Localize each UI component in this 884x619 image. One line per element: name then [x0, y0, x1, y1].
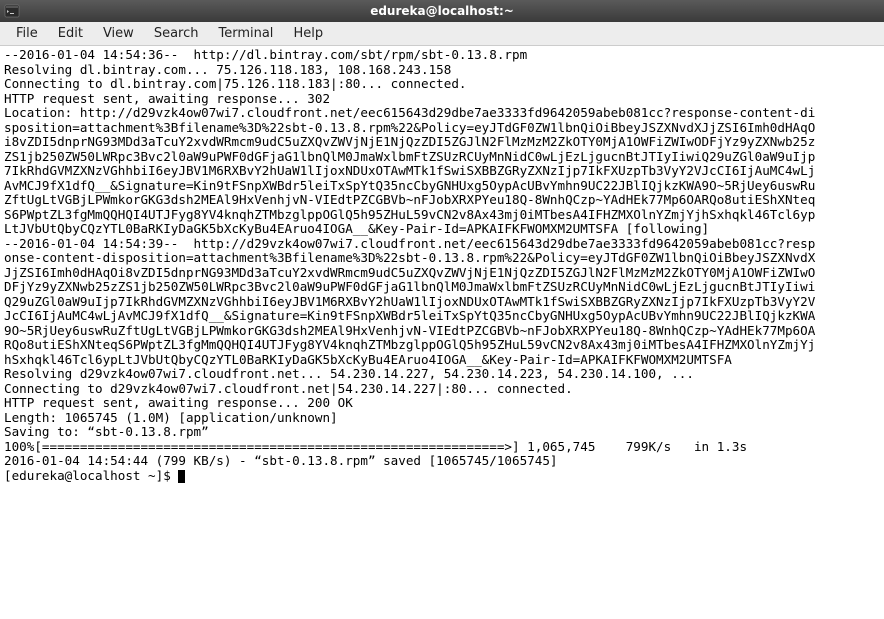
terminal-line: Resolving d29vzk4ow07wi7.cloudfront.net.… [4, 367, 880, 382]
terminal-line: RQo8utiEShXNteqS6PWptZL3fgMmQQHQI4UTJFyg… [4, 338, 880, 353]
terminal-line: ZS1jb250ZW50LWRpc3Bvc2l0aW9uPWF0dGFjaG1l… [4, 150, 880, 165]
terminal-line: Q29uZGl0aW9uIjp7IkRhdGVMZXNzVGhhbiI6eyJB… [4, 295, 880, 310]
terminal-line: HTTP request sent, awaiting response... … [4, 396, 880, 411]
terminal-line: JcCI6IjAuMC4wLjAvMCJ9fX1dfQ__&Signature=… [4, 309, 880, 324]
terminal-line: ZftUgLtVGBjLPWmkorGKG3dsh2MEAl9HxVenhjvN… [4, 193, 880, 208]
terminal-line: Resolving dl.bintray.com... 75.126.118.1… [4, 63, 880, 78]
terminal-line: i8vZDI5dnprNG93MDd3aTcuY2xvdWRmcm9udC5uZ… [4, 135, 880, 150]
terminal-icon [4, 3, 20, 19]
terminal-line: S6PWptZL3fgMmQQHQI4UTJFyg8YV4knqhZTMbzgl… [4, 208, 880, 223]
menu-edit[interactable]: Edit [48, 23, 93, 44]
terminal-line: HTTP request sent, awaiting response... … [4, 92, 880, 107]
terminal-line: hSxhqkl46Tcl6ypLtJVbUtQbyCQzYTL0BaRKIyDa… [4, 353, 880, 368]
window-title: edureka@localhost:~ [370, 4, 514, 18]
terminal-line: DFjYz9yZXNwb25zZS1jb250ZW50LWRpc3Bvc2l0a… [4, 280, 880, 295]
terminal-line: 7IkRhdGVMZXNzVGhhbiI6eyJBV1M6RXBvY2hUaW1… [4, 164, 880, 179]
terminal-output[interactable]: --2016-01-04 14:54:36-- http://dl.bintra… [0, 46, 884, 485]
terminal-line: sposition=attachment%3Bfilename%3D%22sbt… [4, 121, 880, 136]
terminal-line: JjZSI6Imh0dHAqOi8vZDI5dnprNG93MDd3aTcuY2… [4, 266, 880, 281]
terminal-line: --2016-01-04 14:54:36-- http://dl.bintra… [4, 48, 880, 63]
terminal-line: Connecting to d29vzk4ow07wi7.cloudfront.… [4, 382, 880, 397]
terminal-line: Location: http://d29vzk4ow07wi7.cloudfro… [4, 106, 880, 121]
menu-help[interactable]: Help [283, 23, 333, 44]
menu-view[interactable]: View [93, 23, 144, 44]
menu-terminal[interactable]: Terminal [208, 23, 283, 44]
terminal-line: Saving to: “sbt-0.13.8.rpm” [4, 425, 880, 440]
terminal-line: onse-content-disposition=attachment%3Bfi… [4, 251, 880, 266]
terminal-line: 9O~5RjUey6uswRuZftUgLtVGBjLPWmkorGKG3dsh… [4, 324, 880, 339]
terminal-line: AvMCJ9fX1dfQ__&Signature=Kin9tFSnpXWBdr5… [4, 179, 880, 194]
terminal-line: --2016-01-04 14:54:39-- http://d29vzk4ow… [4, 237, 880, 252]
menu-bar: File Edit View Search Terminal Help [0, 22, 884, 46]
terminal-line: Connecting to dl.bintray.com|75.126.118.… [4, 77, 880, 92]
menu-file[interactable]: File [6, 23, 48, 44]
menu-search[interactable]: Search [144, 23, 209, 44]
terminal-line: 100%[===================================… [4, 440, 880, 455]
terminal-line: [edureka@localhost ~]$ [4, 469, 880, 484]
terminal-line: 2016-01-04 14:54:44 (799 KB/s) - “sbt-0.… [4, 454, 880, 469]
title-bar: edureka@localhost:~ [0, 0, 884, 22]
cursor [178, 470, 185, 483]
terminal-line: Length: 1065745 (1.0M) [application/unkn… [4, 411, 880, 426]
terminal-line: LtJVbUtQbyCQzYTL0BaRKIyDaGK5bXcKyBu4EAru… [4, 222, 880, 237]
